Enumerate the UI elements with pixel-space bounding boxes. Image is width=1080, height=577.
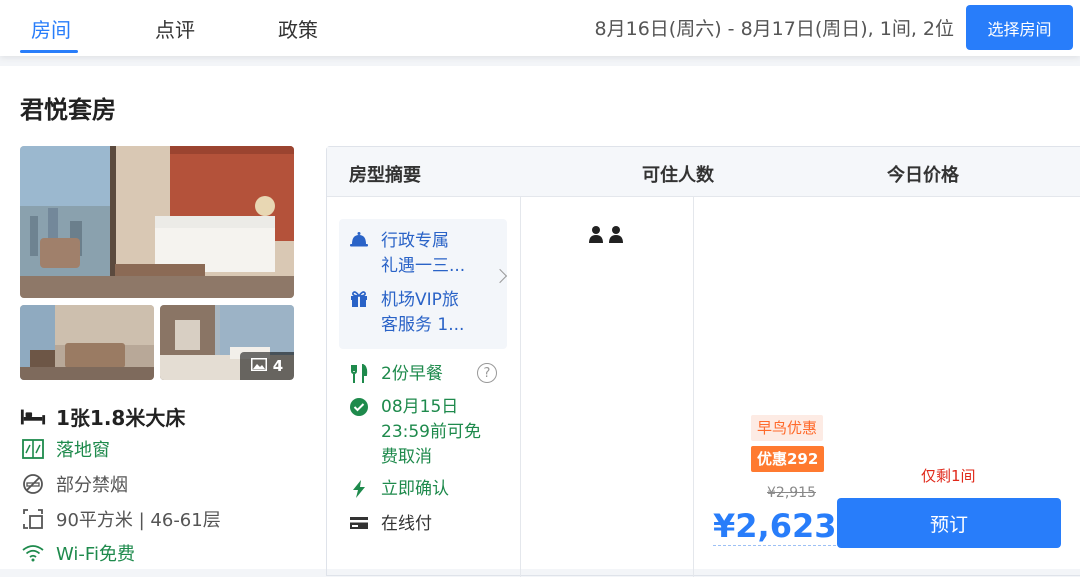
header-occupancy: 可住人数 (642, 165, 714, 186)
help-icon[interactable]: ? (477, 363, 497, 383)
stay-summary[interactable]: 8月16日(周六) - 8月17日(周日), 1间, 2位 (595, 14, 954, 41)
room-photo-thumb-2[interactable]: 4 (160, 305, 294, 380)
area-icon (20, 508, 46, 530)
policy-instant-confirm: 立即确认 (349, 477, 449, 507)
bell-icon (349, 229, 369, 279)
occupancy-guests (589, 225, 623, 247)
policy-breakfast: 2份早餐 (349, 362, 443, 392)
window-icon (20, 438, 46, 460)
confirm-label: 立即确认 (381, 479, 449, 499)
wifi-icon (20, 542, 46, 564)
credit-card-icon (349, 512, 369, 539)
cutlery-icon (349, 362, 369, 392)
room-title: 君悦套房 (20, 96, 116, 124)
area-floor-label: 90平方米 | 46-61层 (56, 510, 221, 531)
smoking-label: 部分禁烟 (56, 475, 128, 496)
person-icon (589, 225, 603, 247)
bed-icon (20, 406, 46, 428)
current-price[interactable]: ¥2,623 (713, 507, 837, 546)
room-card: 君悦套房 4 1张1.8米大床 落地窗 部分禁烟 90平方米 | 46-61层 … (0, 66, 1080, 577)
cancel-line1: 08月15日 (381, 397, 459, 417)
rate-table-header: 房型摘要 可住人数 今日价格 (327, 147, 1080, 197)
policy-free-cancellation: 08月15日 23:59前可免 费取消 (349, 395, 481, 470)
check-circle-icon (349, 395, 369, 470)
image-icon (250, 357, 267, 375)
benefits-box[interactable]: 行政专属 礼遇一三... 机场VIP旅 客服务 1... (339, 219, 508, 349)
wifi-label: Wi-Fi免费 (56, 544, 135, 565)
tab-policies[interactable]: 政策 (278, 14, 318, 43)
benefit-airport-line2: 客服务 1... (381, 315, 465, 335)
payment-label: 在线付 (381, 514, 432, 534)
header-price: 今日价格 (887, 165, 959, 186)
benefit-airport-line1: 机场VIP旅 (381, 290, 459, 310)
room-photo-main[interactable] (20, 146, 294, 298)
column-divider (520, 197, 521, 577)
photo-count: 4 (272, 357, 284, 375)
rooms-left-notice: 仅剩1间 (921, 467, 976, 485)
book-button[interactable]: 预订 (837, 498, 1061, 548)
benefit-executive-line2: 礼遇一三... (381, 256, 466, 276)
photo-count-badge[interactable]: 4 (240, 352, 294, 380)
fact-wifi: Wi-Fi免费 (20, 540, 135, 566)
active-tab-indicator (20, 50, 78, 53)
discount-badge: 优惠292 (751, 446, 825, 472)
tab-reviews[interactable]: 点评 (155, 14, 195, 43)
window-label: 落地窗 (56, 440, 110, 461)
select-room-button[interactable]: 选择房间 (966, 5, 1073, 50)
rate-table: 房型摘要 可住人数 今日价格 行政专属 礼遇一三... 机场VIP旅 客服务 1… (326, 146, 1080, 577)
bed-label: 1张1.8米大床 (56, 406, 186, 430)
benefit-airport-vip: 机场VIP旅 客服务 1... (349, 288, 464, 338)
early-bird-badge: 早鸟优惠 (751, 415, 824, 441)
header-summary: 房型摘要 (349, 165, 421, 186)
lightning-icon (349, 477, 369, 507)
room-photo-thumb-1[interactable] (20, 305, 154, 380)
fact-area-floor: 90平方米 | 46-61层 (20, 506, 221, 532)
column-divider (693, 197, 694, 577)
breakfast-label: 2份早餐 (381, 364, 443, 384)
cancel-line2: 23:59前可免 (381, 422, 481, 442)
benefit-executive-line1: 行政专属 (381, 231, 449, 251)
chevron-right-icon (492, 268, 508, 284)
policy-payment: 在线付 (349, 512, 432, 539)
original-price: ¥2,915 (767, 485, 816, 501)
top-nav: 房间 点评 政策 8月16日(周六) - 8月17日(周日), 1间, 2位 选… (0, 0, 1080, 56)
fact-smoking: 部分禁烟 (20, 471, 128, 497)
fact-bed: 1张1.8米大床 (20, 402, 185, 431)
fact-window: 落地窗 (20, 436, 110, 462)
tab-rooms[interactable]: 房间 (31, 14, 71, 43)
gift-icon (349, 288, 369, 338)
benefit-executive: 行政专属 礼遇一三... (349, 229, 465, 279)
person-icon (609, 225, 623, 247)
no-smoking-icon (20, 473, 46, 495)
cancel-line3: 费取消 (381, 447, 432, 467)
